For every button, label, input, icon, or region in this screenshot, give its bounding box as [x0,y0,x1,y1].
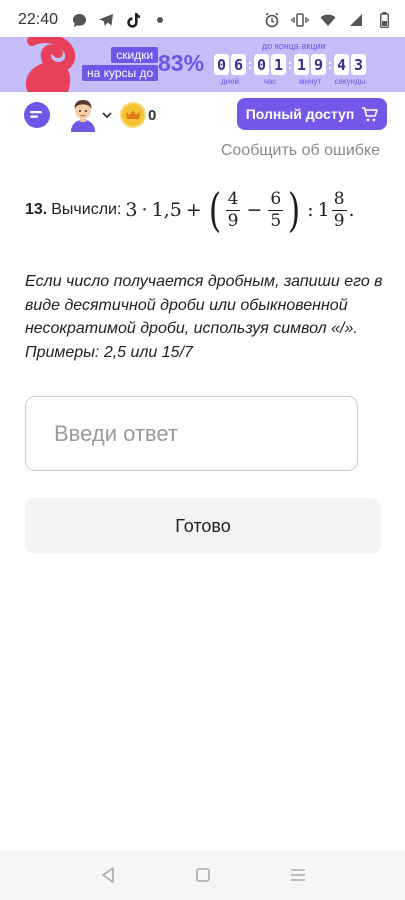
math-operator: + [185,199,202,221]
math-term: 1,5 [151,199,182,221]
done-button[interactable]: Готово [25,498,381,554]
chat-bubble-icon [70,11,88,29]
telegram-icon [97,11,115,29]
menu-icon [290,869,305,881]
avatar [71,100,95,132]
task-statement: 13. Вычисли: 3 · 1,5 + ( 4 9 − 6 5 ) : 1… [25,178,385,242]
profile-menu[interactable] [68,98,112,132]
timer-label: дней [220,77,239,86]
countdown-timer: 0 6 дней : 0 1 час : 1 9 минут : 4 3 сек… [214,54,366,86]
full-access-label: Полный доступ [245,106,355,122]
promo-until-label: до конца акции [262,41,326,51]
coin-balance[interactable]: 0 [120,102,156,128]
timer-digit: 0 [254,54,269,75]
timer-days: 0 6 дней [214,54,246,86]
vibrate-icon [291,11,309,29]
promo-label-line2: на курсы до [82,65,159,81]
timer-label: час [263,77,277,86]
promo-decoration-icon [25,37,76,92]
timer-minutes: 1 9 минут [294,54,326,86]
cart-icon [362,106,379,121]
chevron-down-icon [102,111,112,118]
fraction: 8 9 [331,188,347,231]
promo-labels: скидки на курсы до [82,47,159,81]
math-expression: 3 · 1,5 + ( 4 9 − 6 5 ) : 1 8 9 . [125,187,354,233]
timer-digit: 6 [231,54,246,75]
tiktok-icon [124,11,142,29]
fraction-denominator: 9 [227,210,239,231]
home-icon [195,868,210,882]
answer-input[interactable] [25,396,358,471]
fraction-numerator: 8 [333,188,345,209]
status-icons-right [263,11,393,29]
battery-icon [375,11,393,29]
timer-seconds: 4 3 секунды [334,54,366,86]
task-number: 13. [25,201,48,218]
math-operator: − [246,199,263,221]
crown-coin-icon [120,102,146,128]
fraction-denominator: 9 [333,210,345,231]
timer-separator: : [287,56,293,72]
timer-digit: 1 [294,54,309,75]
back-icon [101,867,114,883]
timer-digit: 9 [311,54,326,75]
fraction: 6 5 [268,188,284,231]
math-period: . [348,199,355,221]
home-button[interactable] [188,860,218,890]
report-error-link[interactable]: Сообщить об ошибке [221,142,380,160]
status-bar: 22:40 [0,0,405,40]
timer-label: минут [298,77,322,86]
fraction-denominator: 5 [270,210,282,231]
dot-icon [151,11,169,29]
math-operator: : [307,199,314,221]
alarm-icon [263,11,281,29]
timer-hours: 0 1 час [254,54,286,86]
chat-icon [30,111,42,118]
math-operator: · [141,199,148,221]
full-access-button[interactable]: Полный доступ [237,98,387,130]
task-label: Вычисли: [51,201,122,218]
chat-button[interactable] [24,102,50,128]
promo-label-line1: скидки [111,47,159,63]
left-paren: ( [208,183,221,237]
timer-digit: 3 [351,54,366,75]
signal-icon [347,11,365,29]
status-icons-left [70,11,169,29]
math-term: 1 [317,199,330,221]
timer-separator: : [247,56,253,72]
answer-instruction: Если число получается дробным, запиши ег… [25,273,383,361]
promo-percent: 83% [158,50,205,76]
coin-count: 0 [148,106,157,124]
system-navigation-bar [0,850,405,900]
math-term: 3 [125,199,138,221]
fraction-numerator: 4 [227,188,239,209]
timer-digit: 1 [271,54,286,75]
wifi-icon [319,11,337,29]
app-header: 0 Полный доступ [0,92,405,138]
timer-digit: 4 [334,54,349,75]
fraction: 4 9 [225,188,241,231]
timer-digit: 0 [214,54,229,75]
menu-button[interactable] [283,860,313,890]
fraction-numerator: 6 [270,188,282,209]
right-paren: ) [287,183,301,237]
timer-separator: : [327,56,333,72]
status-time: 22:40 [18,11,59,28]
back-button[interactable] [93,860,123,890]
timer-label: секунды [334,77,366,86]
promo-banner[interactable]: скидки на курсы до 83% до конца акции 0 … [0,37,405,92]
